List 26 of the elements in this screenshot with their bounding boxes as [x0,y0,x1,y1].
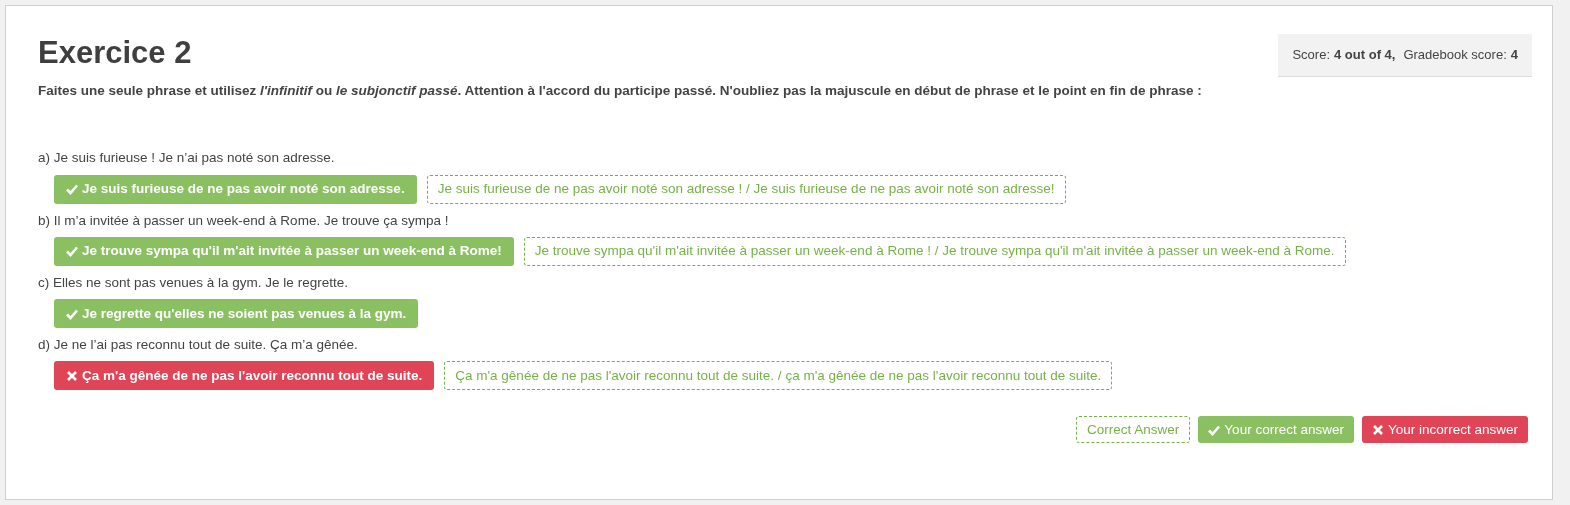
expected-answer: Ça m'a gênée de ne pas l'avoir reconnu tout de suite. / ça m'a gênée de ne pas l'avoir reconnu tout de suite. [444,361,1113,391]
gradebook-value: 4 [1510,46,1518,64]
instructions: Faites une seule phrase et utilisez l'infinitif ou le subjonctif passé. Attention à l'accord du participe passé. N'oubliez pas la majuscule en début de phrase et le point en fin de phrase : [38,82,1202,101]
question-prompt: b) Il m’a invitée à passer un week-end à Rome. Je trouve ça sympa ! [38,211,450,230]
score-label: Score: [1292,46,1331,64]
question-prompt: c) Elles ne sont pas venues à la gym. Je le regrette. [38,273,349,292]
answer-text: Je regrette qu'elles ne soient pas venues à la gym. [82,304,407,323]
check-icon [1208,423,1221,436]
answer-text: Je trouve sympa qu'il m'ait invitée à passer un week-end à Rome! [82,242,502,261]
question-prompt: a) Je suis furieuse ! Je n’ai pas noté son adresse. [38,149,336,168]
check-icon [66,307,78,320]
answer-text: Je suis furieuse de ne pas avoir noté son adresse. [82,180,405,199]
legend-text: Your incorrect answer [1387,420,1518,439]
check-icon [66,183,78,196]
legend-item: Correct Answer [1076,416,1191,444]
answer-text: Ça m'a gênée de ne pas l'avoir reconnu tout de suite. [82,366,423,385]
exercise-title: Exercice 2 [38,34,193,72]
expected-answer: Je trouve sympa qu'il m'ait invitée à passer un week-end à Rome ! / Je trouve sympa qu'il m'ait invitée à passer un week-end à Rome. [523,236,1346,266]
gradebook-label: Gradebook score: [1403,46,1507,64]
cross-icon [1371,423,1384,436]
legend-text: Your correct answer [1224,420,1344,439]
check-icon [66,245,78,258]
question-prompt: d) Je ne l’ai pas reconnu tout de suite. Ça m’a gênée. [38,336,359,355]
cross-icon [66,369,78,382]
expected-answer: Je suis furieuse de ne pas avoir noté son adresse ! / Je suis furieuse de ne pas avoir noté son adresse! [426,174,1066,204]
score-value: 4 out of 4, [1334,46,1396,64]
